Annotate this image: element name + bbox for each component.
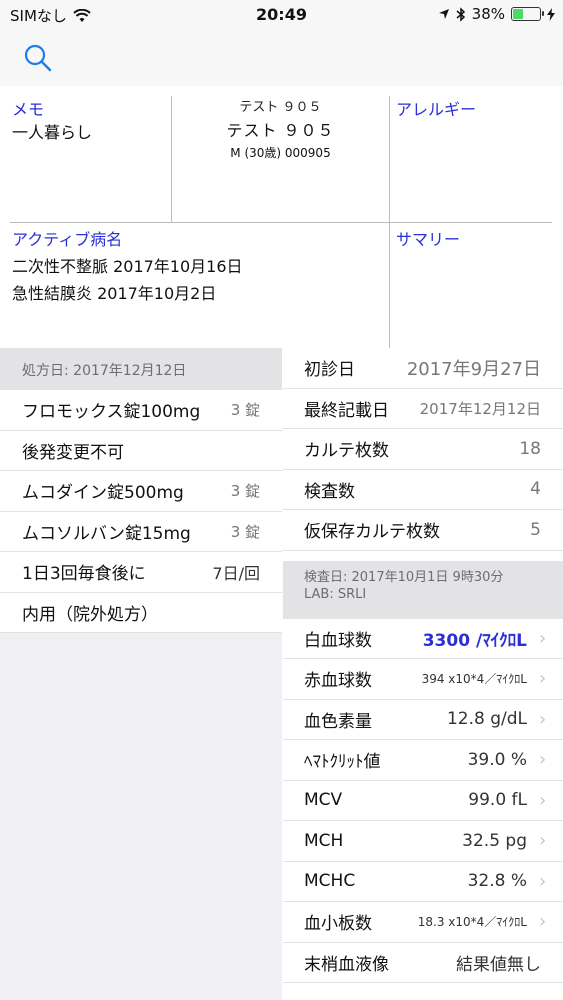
info-value: 5 <box>530 519 541 540</box>
lab-name: 血色素量 <box>304 711 372 732</box>
info-row-last-entry: 最終記載日 2017年12月12日 <box>283 389 563 429</box>
list-item[interactable]: フロモックス錠100mg 3 錠 <box>0 390 282 431</box>
patient-header: メモ 一人暮らし テスト ９０５ テスト ９０５ M (30歳) 000905 … <box>0 86 563 348</box>
bluetooth-icon <box>456 6 465 22</box>
lab-value: 32.5 pg <box>462 830 527 851</box>
table-row[interactable]: 赤血球数 394 x10*4／ﾏｲｸﾛL › <box>283 659 563 700</box>
info-label: 初診日 <box>304 360 355 381</box>
lab-value: 3300 /ﾏｲｸﾛL <box>422 630 527 651</box>
chevron-right-icon: › <box>539 870 547 892</box>
info-value: 4 <box>530 479 541 500</box>
chevron-right-icon: › <box>539 830 547 852</box>
lab-name: MCH <box>304 830 344 851</box>
chevron-right-icon: › <box>539 911 547 933</box>
table-row[interactable]: MCHC 32.8 % › <box>283 862 563 902</box>
patient-kana: テスト ９０５ <box>239 100 322 115</box>
list-item[interactable]: ムコソルバン錠15mg 3 錠 <box>0 512 282 552</box>
lab-name: 血小板数 <box>304 914 372 935</box>
info-label: 検査数 <box>304 481 355 502</box>
table-row[interactable]: 血色素量 12.8 g/dL › <box>283 700 563 740</box>
memo-label: メモ <box>12 100 45 119</box>
info-row-test-count: 検査数 4 <box>283 470 563 510</box>
info-panel: 初診日 2017年9月27日 最終記載日 2017年12月12日 カルテ枚数 1… <box>283 348 563 1000</box>
summary-label: サマリー <box>396 230 461 249</box>
table-row[interactable]: ﾍﾏﾄｸﾘｯﾄ値 39.0 % › <box>283 740 563 781</box>
list-item[interactable]: 内用（院外処方） <box>0 593 282 633</box>
location-icon <box>438 9 449 19</box>
drug-name: フロモックス錠100mg <box>22 402 201 423</box>
lab-header: 検査日: 2017年10月1日 9時30分 LAB: SRLI <box>283 560 563 619</box>
chevron-right-icon: › <box>539 749 547 771</box>
info-value: 2017年9月27日 <box>406 358 541 380</box>
lab-value: 394 x10*4／ﾏｲｸﾛL <box>421 672 527 687</box>
drug-name: ムコソルバン錠15mg <box>22 523 191 544</box>
lab-name: MCHC <box>304 871 356 892</box>
drug-name: ムコダイン錠500mg <box>22 483 184 504</box>
prescription-date-header: 処方日: 2017年12月12日 <box>0 348 282 390</box>
chevron-right-icon: › <box>539 627 547 649</box>
battery-percent: 38% <box>471 5 505 23</box>
chevron-right-icon: › <box>539 708 547 730</box>
table-row[interactable]: MCV 99.0 fL › <box>283 781 563 821</box>
chevron-right-icon: › <box>539 668 547 690</box>
drug-quantity: 7日/回 <box>212 563 260 583</box>
drug-name: 後発変更不可 <box>22 442 124 463</box>
status-right: 38% <box>438 5 555 23</box>
drug-name: 1日3回毎食後に <box>22 564 146 585</box>
patient-meta: M (30歳) 000905 <box>230 146 331 160</box>
charging-icon <box>547 7 555 21</box>
lab-value: 39.0 % <box>467 749 527 770</box>
drug-quantity: 3 錠 <box>230 522 260 541</box>
list-item[interactable]: ムコダイン錠500mg 3 錠 <box>0 471 282 512</box>
info-label: 最終記載日 <box>304 400 389 421</box>
lab-value: 32.8 % <box>467 871 527 892</box>
memo-text: 一人暮らし <box>12 123 93 142</box>
info-label: 仮保存カルテ枚数 <box>304 522 440 543</box>
lab-name: 末梢血液像 <box>304 954 389 975</box>
status-bar: SIMなし 20:49 38% <box>0 0 563 28</box>
info-value: 18 <box>519 438 541 459</box>
patient-info: テスト ９０５ テスト ９０５ M (30歳) 000905 <box>172 96 389 161</box>
prescription-list: フロモックス錠100mg 3 錠 後発変更不可 ムコダイン錠500mg 3 錠 … <box>0 390 282 633</box>
info-label: カルテ枚数 <box>304 441 389 462</box>
active-disease-label: アクティブ病名 <box>12 230 123 249</box>
list-item[interactable]: 1日3回毎食後に 7日/回 <box>0 552 282 593</box>
table-row[interactable]: MCH 32.5 pg › <box>283 821 563 862</box>
prescription-panel: 処方日: 2017年12月12日 フロモックス錠100mg 3 錠 後発変更不可… <box>0 348 282 1000</box>
info-row-first-visit: 初診日 2017年9月27日 <box>283 348 563 389</box>
chevron-right-icon: › <box>539 789 547 811</box>
lab-name: ﾍﾏﾄｸﾘｯﾄ値 <box>304 752 381 773</box>
lab-value: 12.8 g/dL <box>446 709 527 730</box>
lab-name: MCV <box>304 790 343 811</box>
search-icon[interactable] <box>22 42 54 74</box>
lab-value: 結果値無し <box>456 954 541 975</box>
drug-quantity: 3 錠 <box>230 401 260 420</box>
lab-date: 検査日: 2017年10月1日 9時30分 <box>304 569 504 585</box>
drug-quantity: 3 錠 <box>230 482 260 501</box>
drug-name: 内用（院外処方） <box>22 604 158 625</box>
info-row-chart-count: カルテ枚数 18 <box>283 429 563 470</box>
info-row-draft-count: 仮保存カルテ枚数 5 <box>283 510 563 551</box>
table-row[interactable]: 白血球数 3300 /ﾏｲｸﾛL › <box>283 619 563 659</box>
battery-icon <box>511 7 544 21</box>
table-row[interactable]: 血小板数 18.3 x10*4／ﾏｲｸﾛL › <box>283 902 563 943</box>
allergy-label: アレルギー <box>396 100 477 119</box>
lab-name: 白血球数 <box>304 630 372 651</box>
lab-name: 赤血球数 <box>304 671 372 692</box>
list-item[interactable]: 後発変更不可 <box>0 431 282 471</box>
table-row[interactable]: 末梢血液像 結果値無し <box>283 943 563 983</box>
nav-bar <box>0 28 563 86</box>
lab-value: 99.0 fL <box>468 790 527 811</box>
info-value: 2017年12月12日 <box>419 399 541 418</box>
active-disease-item: 二次性不整脈 2017年10月16日 <box>12 257 243 276</box>
active-disease-item: 急性結膜炎 2017年10月2日 <box>12 284 217 303</box>
battery-fill <box>513 9 523 19</box>
lab-value: 18.3 x10*4／ﾏｲｸﾛL <box>417 915 527 930</box>
lab-source: LAB: SRLI <box>304 586 367 602</box>
patient-name: テスト ９０５ <box>226 121 335 140</box>
